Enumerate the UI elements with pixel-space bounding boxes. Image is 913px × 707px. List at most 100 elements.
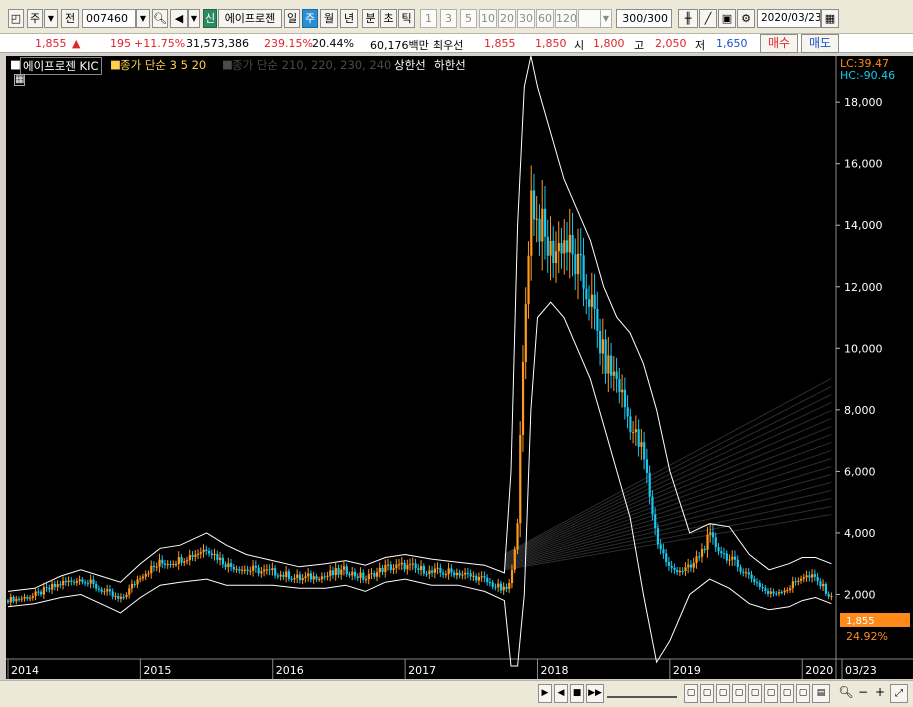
candle-up [678,570,682,573]
tool-i-icon[interactable]: ▤ [812,684,830,703]
fast-forward-button[interactable]: ▶▶ [586,684,604,703]
y-tick-label: 12,000 [844,281,883,294]
bar-count-display[interactable]: 300/300 [616,9,672,28]
tool-b-icon[interactable]: ▢ [700,684,714,703]
candle-down [676,569,679,573]
period-day[interactable]: 일 [284,9,300,28]
candle-up [9,596,12,603]
period-second[interactable]: 초 [380,9,397,28]
gear-icon[interactable]: ⚙ [737,9,755,28]
y-tick-label: 8,000 [844,404,876,417]
sell-button[interactable]: 매도 [801,34,839,53]
candle-down [356,576,359,578]
candle-down [337,567,340,575]
candle-up [23,596,26,599]
back-button[interactable]: ◀ [554,684,568,703]
interval-5[interactable]: 5 [460,9,477,28]
interval-30[interactable]: 30 [517,9,535,28]
low-label: 저 [695,39,706,52]
chart-type-icon[interactable]: ╫ [678,9,698,28]
candle-up [147,573,150,575]
period-week[interactable]: 주 [302,9,318,28]
speaker-icon[interactable]: ◀︎ [170,9,188,28]
zoom-icon[interactable]: 🔍︎ [838,684,854,703]
market-dropdown-icon[interactable]: ▼ [44,9,58,28]
price-chart[interactable]: 18,000 16,000 14,000 12,000 10,000 8,000 6,000… [6,56,913,679]
candle-up [731,556,734,560]
legend-lower-band[interactable]: 하한선 [434,57,466,73]
period-minute[interactable]: 분 [362,9,379,28]
tool-a-icon[interactable]: ▢ [684,684,698,703]
market-select[interactable]: 주 [27,9,43,28]
volume: 31,573,386 [186,37,249,50]
candle-up [31,596,34,598]
tool-h-icon[interactable]: ▢ [796,684,810,703]
legend-ma[interactable]: 종가 단순 3 5 20 [120,57,206,73]
candle-down [494,586,497,588]
candle-down [45,587,48,589]
scope-select[interactable]: 전 [61,9,79,28]
candle-down [733,556,737,560]
candle-up [632,432,635,434]
candle-down [599,330,602,354]
tool-g-icon[interactable]: ▢ [780,684,794,703]
candle-up [128,588,131,595]
candle-down [673,567,676,570]
legend-ma2[interactable]: 종가 단순 210, 220, 230, 240 [232,57,391,73]
candle-down [483,576,486,578]
period-year[interactable]: 년 [340,9,358,28]
calendar-icon[interactable]: ▦ [821,9,839,28]
chart-canvas[interactable]: 18,000 16,000 14,000 12,000 10,000 8,000 6,000… [6,56,913,679]
expand-icon[interactable]: ⤢ [890,684,908,703]
buy-button[interactable]: 매수 [760,34,798,53]
candle-down [585,288,588,300]
legend-upper-band[interactable]: 상한선 [394,57,426,73]
scroll-track[interactable] [607,684,677,698]
grid-settings-icon[interactable]: ▦ [14,74,26,86]
interval-20[interactable]: 20 [498,9,516,28]
candle-down [163,563,167,565]
interval-1[interactable]: 1 [420,9,437,28]
zoom-out-button[interactable]: − [856,684,870,703]
tool-e-icon[interactable]: ▢ [748,684,762,703]
interval-120[interactable]: 120 [555,9,577,28]
stock-code-input[interactable]: 007460 [82,9,136,28]
candle-up [395,564,398,569]
code-dropdown-icon[interactable]: ▼ [136,9,150,28]
candle-up [263,569,266,572]
candle-down [117,595,120,599]
period-month[interactable]: 월 [320,9,338,28]
window-icon[interactable]: ◰ [8,9,24,28]
interval-60[interactable]: 60 [536,9,554,28]
candle-up [554,251,558,264]
candle-down [53,583,57,587]
candle-up [227,563,230,568]
candle-down [453,572,456,576]
stop-button[interactable]: ■ [570,684,584,703]
play-button[interactable]: ▶ [538,684,552,703]
candle-down [257,567,260,574]
date-input[interactable]: 2020/03/23 [757,9,821,28]
y-tick-label: 6,000 [844,465,876,478]
tool-d-icon[interactable]: ▢ [732,684,746,703]
turnover-rate: 20.44% [312,37,354,50]
interval-3[interactable]: 3 [440,9,457,28]
candle-down [381,567,384,572]
candle-up [541,208,544,242]
zoom-in-button[interactable]: + [873,684,887,703]
save-icon[interactable]: ▣ [718,9,736,28]
tool-c-icon[interactable]: ▢ [716,684,730,703]
period-tick[interactable]: 틱 [398,9,415,28]
candle-down [70,580,73,582]
legend-stock-name[interactable]: 에이프로젠 KIC [20,57,102,75]
custom-interval-dropdown-icon[interactable]: ▼ [600,9,612,28]
tool-f-icon[interactable]: ▢ [764,684,778,703]
candle-down [48,587,51,590]
speaker-dropdown-icon[interactable]: ▼ [188,9,200,28]
candle-up [621,389,624,393]
candle-up [700,549,704,557]
search-icon[interactable]: 🔍︎ [152,9,168,28]
interval-10[interactable]: 10 [479,9,497,28]
line-tool-icon[interactable]: ╱ [699,9,717,28]
candle-down [637,429,640,447]
